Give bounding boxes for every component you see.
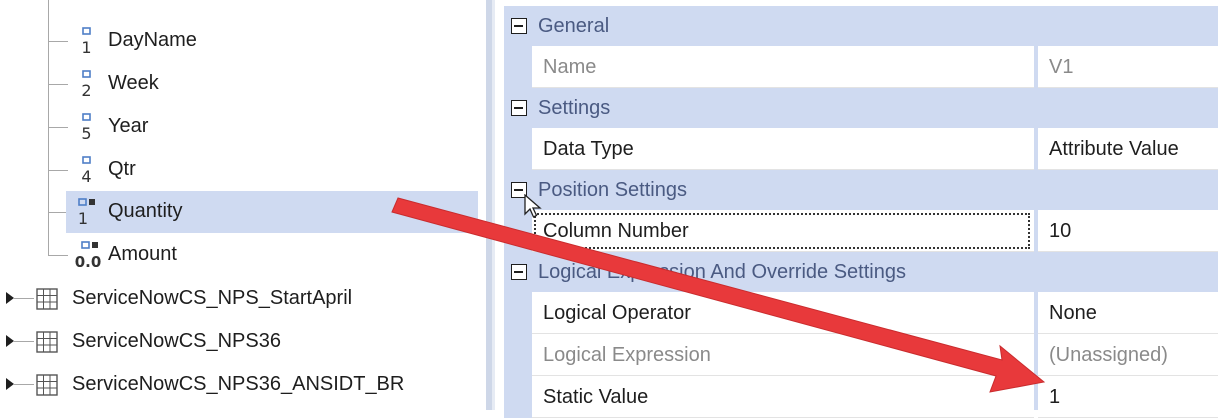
tree-table-servicenowcs-nps36-ansidt-br[interactable]: ServiceNowCS_NPS36_ANSIDT_BR xyxy=(0,364,480,406)
property-value[interactable]: Attribute Value xyxy=(1049,138,1179,161)
property-logical-operator[interactable]: Logical Operator None xyxy=(504,292,1218,334)
tree-connector xyxy=(48,127,68,128)
expand-arrow-icon[interactable] xyxy=(6,292,14,304)
tree-field-qtr[interactable]: 4 Qtr xyxy=(66,149,478,191)
property-value[interactable]: V1 xyxy=(1049,56,1073,79)
property-data-type[interactable]: Data Type Attribute Value xyxy=(504,128,1218,170)
tree-field-quantity[interactable]: 1 Quantity xyxy=(66,191,478,233)
tree-field-label: DayName xyxy=(108,29,197,51)
tree-connector xyxy=(48,170,68,171)
property-name[interactable]: Name V1 xyxy=(504,46,1218,88)
integer-field-icon: 1 xyxy=(81,27,92,57)
tree-table-label: ServiceNowCS_NPS36 xyxy=(72,330,281,352)
tree-connector xyxy=(48,84,68,85)
property-label: Logical Operator xyxy=(543,302,691,324)
schema-tree: 1 DayName 2 Week 5 Year 4 Qtr 1 Quantity xyxy=(0,0,486,410)
category-label: General xyxy=(538,15,610,37)
tree-field-week[interactable]: 2 Week xyxy=(66,63,478,105)
tree-table-label: ServiceNowCS_NPS36_ANSIDT_BR xyxy=(72,373,405,395)
svg-text:4: 4 xyxy=(81,167,91,186)
tree-field-label: Week xyxy=(108,72,159,94)
property-label: Name xyxy=(543,56,597,78)
property-grid: General Name V1 Settings Data Type Attri… xyxy=(504,6,1218,418)
collapse-icon[interactable] xyxy=(511,264,527,280)
tree-table-servicenowcs-nps36[interactable]: ServiceNowCS_NPS36 xyxy=(0,321,480,363)
tree-field-label: Amount xyxy=(108,243,177,265)
svg-text:0.0: 0.0 xyxy=(75,253,102,271)
tree-table-label: ServiceNowCS_NPS_StartApril xyxy=(72,287,353,309)
table-icon xyxy=(36,331,58,353)
pane-splitter-edge xyxy=(492,0,495,410)
expand-arrow-icon[interactable] xyxy=(6,335,14,347)
tree-field-label: Qtr xyxy=(108,158,136,180)
property-value[interactable]: None xyxy=(1049,302,1097,325)
tree-connector xyxy=(48,41,68,42)
property-static-value[interactable]: Static Value 1 xyxy=(504,376,1218,418)
category-general[interactable]: General xyxy=(504,6,1218,46)
property-label: Static Value xyxy=(543,386,649,408)
category-position-settings[interactable]: Position Settings xyxy=(504,170,1218,210)
integer-field-icon: 2 xyxy=(81,70,92,100)
tree-table-servicenowcs-nps-startapril[interactable]: ServiceNowCS_NPS_StartApril xyxy=(0,278,480,320)
table-icon xyxy=(36,288,58,310)
property-label: Logical Expression xyxy=(543,344,711,366)
tree-connector xyxy=(48,212,68,213)
category-settings[interactable]: Settings xyxy=(504,88,1218,128)
mouse-cursor-icon xyxy=(524,194,542,218)
property-value[interactable]: 10 xyxy=(1049,220,1071,243)
tree-field-amount[interactable]: 0.0 Amount xyxy=(66,234,478,276)
property-logical-expression[interactable]: Logical Expression (Unassigned) xyxy=(504,334,1218,376)
tree-connector xyxy=(48,0,49,256)
tree-field-dayname[interactable]: 1 DayName xyxy=(66,20,478,62)
collapse-icon[interactable] xyxy=(511,100,527,116)
collapse-icon[interactable] xyxy=(511,18,527,34)
svg-text:5: 5 xyxy=(81,124,91,143)
integer-field-icon: 5 xyxy=(81,113,92,143)
property-column-number[interactable]: Column Number 10 xyxy=(504,210,1218,252)
svg-text:1: 1 xyxy=(78,209,88,228)
tree-field-label: Quantity xyxy=(108,200,183,222)
tree-field-label: Year xyxy=(108,115,149,137)
property-value[interactable]: (Unassigned) xyxy=(1049,344,1168,367)
table-icon xyxy=(36,374,58,396)
svg-text:1: 1 xyxy=(81,38,91,57)
category-label: Settings xyxy=(538,97,611,119)
integer-field-icon: 4 xyxy=(81,156,92,186)
category-logical-expression[interactable]: Logical Expression And Override Settings xyxy=(504,252,1218,292)
focus-rectangle xyxy=(534,213,1030,249)
svg-text:2: 2 xyxy=(81,81,91,100)
property-label: Data Type xyxy=(543,138,634,160)
category-label: Position Settings xyxy=(538,179,687,201)
tree-field-year[interactable]: 5 Year xyxy=(66,106,478,148)
expand-arrow-icon[interactable] xyxy=(6,378,14,390)
property-value[interactable]: 1 xyxy=(1049,386,1060,409)
category-label: Logical Expression And Override Settings xyxy=(538,261,906,283)
integer-measure-icon: 1 xyxy=(78,198,95,228)
decimal-measure-icon: 0.0 xyxy=(75,241,102,271)
tree-connector xyxy=(48,255,68,256)
